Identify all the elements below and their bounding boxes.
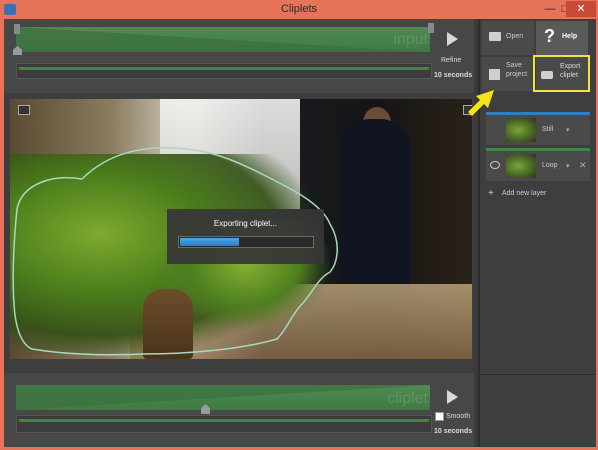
input-watermark: input — [393, 31, 428, 48]
layer-label: Loop — [542, 162, 558, 169]
export-progress-bar — [178, 236, 314, 248]
export-status-text: Exporting cliplet... — [213, 219, 278, 228]
layer-thumbnail — [506, 154, 536, 178]
window-title: Cliplets — [280, 3, 318, 15]
folder-icon — [489, 32, 501, 41]
eye-icon[interactable] — [490, 161, 500, 169]
save-label: Save project — [506, 62, 528, 78]
help-button[interactable]: ? Help — [536, 21, 588, 55]
input-timeline-panel: input Refine 10 seconds — [4, 19, 474, 93]
input-refine-track[interactable] — [16, 63, 432, 79]
layer-thumbnail — [506, 118, 536, 142]
output-watermark: cliplet — [387, 390, 428, 407]
remove-layer-icon[interactable]: ✕ — [579, 160, 587, 171]
fullscreen-icon[interactable] — [18, 105, 30, 115]
export-highlight-box — [533, 55, 590, 92]
output-play-button[interactable] — [444, 389, 460, 405]
person-figure — [340, 119, 410, 309]
open-button[interactable]: Open — [482, 21, 534, 55]
save-icon — [489, 69, 500, 80]
output-timeline-panel: cliplet Smooth 10 seconds — [4, 373, 474, 447]
panel-divider — [480, 374, 596, 375]
pointer-arrow-icon — [468, 90, 494, 116]
export-progress-dialog: Exporting cliplet... — [167, 209, 324, 264]
output-timeline-track[interactable]: cliplet — [16, 385, 430, 410]
open-label: Open — [506, 33, 524, 40]
close-button[interactable]: ✕ — [566, 1, 596, 17]
layer-loop[interactable]: Loop ▾ ✕ — [486, 151, 590, 181]
right-panel: Open ? Help Save project Export cliplet … — [478, 19, 596, 447]
add-new-layer-button[interactable]: + Add new layer — [488, 188, 590, 200]
layer-still[interactable]: Still ▾ — [486, 115, 590, 145]
chevron-down-icon[interactable]: ▾ — [566, 126, 570, 134]
add-layer-label: Add new layer — [502, 190, 547, 197]
input-start-handle[interactable] — [14, 24, 20, 34]
chevron-down-icon[interactable]: ▾ — [566, 162, 570, 170]
output-duration: 10 seconds — [434, 428, 473, 435]
client-area: input Refine 10 seconds Exporting cliple… — [4, 19, 596, 447]
video-area: Exporting cliplet... — [4, 93, 474, 375]
question-mark-icon: ? — [544, 26, 555, 46]
smooth-label[interactable]: Smooth — [446, 413, 470, 420]
help-label: Help — [562, 33, 578, 40]
input-timeline-track[interactable]: input — [16, 27, 430, 52]
export-progress-fill — [180, 238, 240, 246]
smooth-checkbox[interactable] — [435, 412, 444, 421]
video-preview[interactable]: Exporting cliplet... — [10, 99, 472, 359]
input-end-handle[interactable] — [428, 23, 434, 33]
plus-icon: + — [488, 188, 494, 199]
input-play-button[interactable] — [444, 31, 460, 47]
title-bar: Cliplets — □ ✕ — [0, 0, 598, 19]
refine-label[interactable]: Refine — [441, 57, 461, 64]
output-loop-bar — [19, 419, 429, 422]
app-window: Cliplets — □ ✕ input Refine 10 seconds E… — [0, 0, 598, 450]
input-refine-bar — [19, 67, 429, 70]
layer-label: Still — [542, 126, 554, 133]
input-duration: 10 seconds — [434, 72, 473, 79]
output-loop-track[interactable] — [16, 415, 432, 433]
